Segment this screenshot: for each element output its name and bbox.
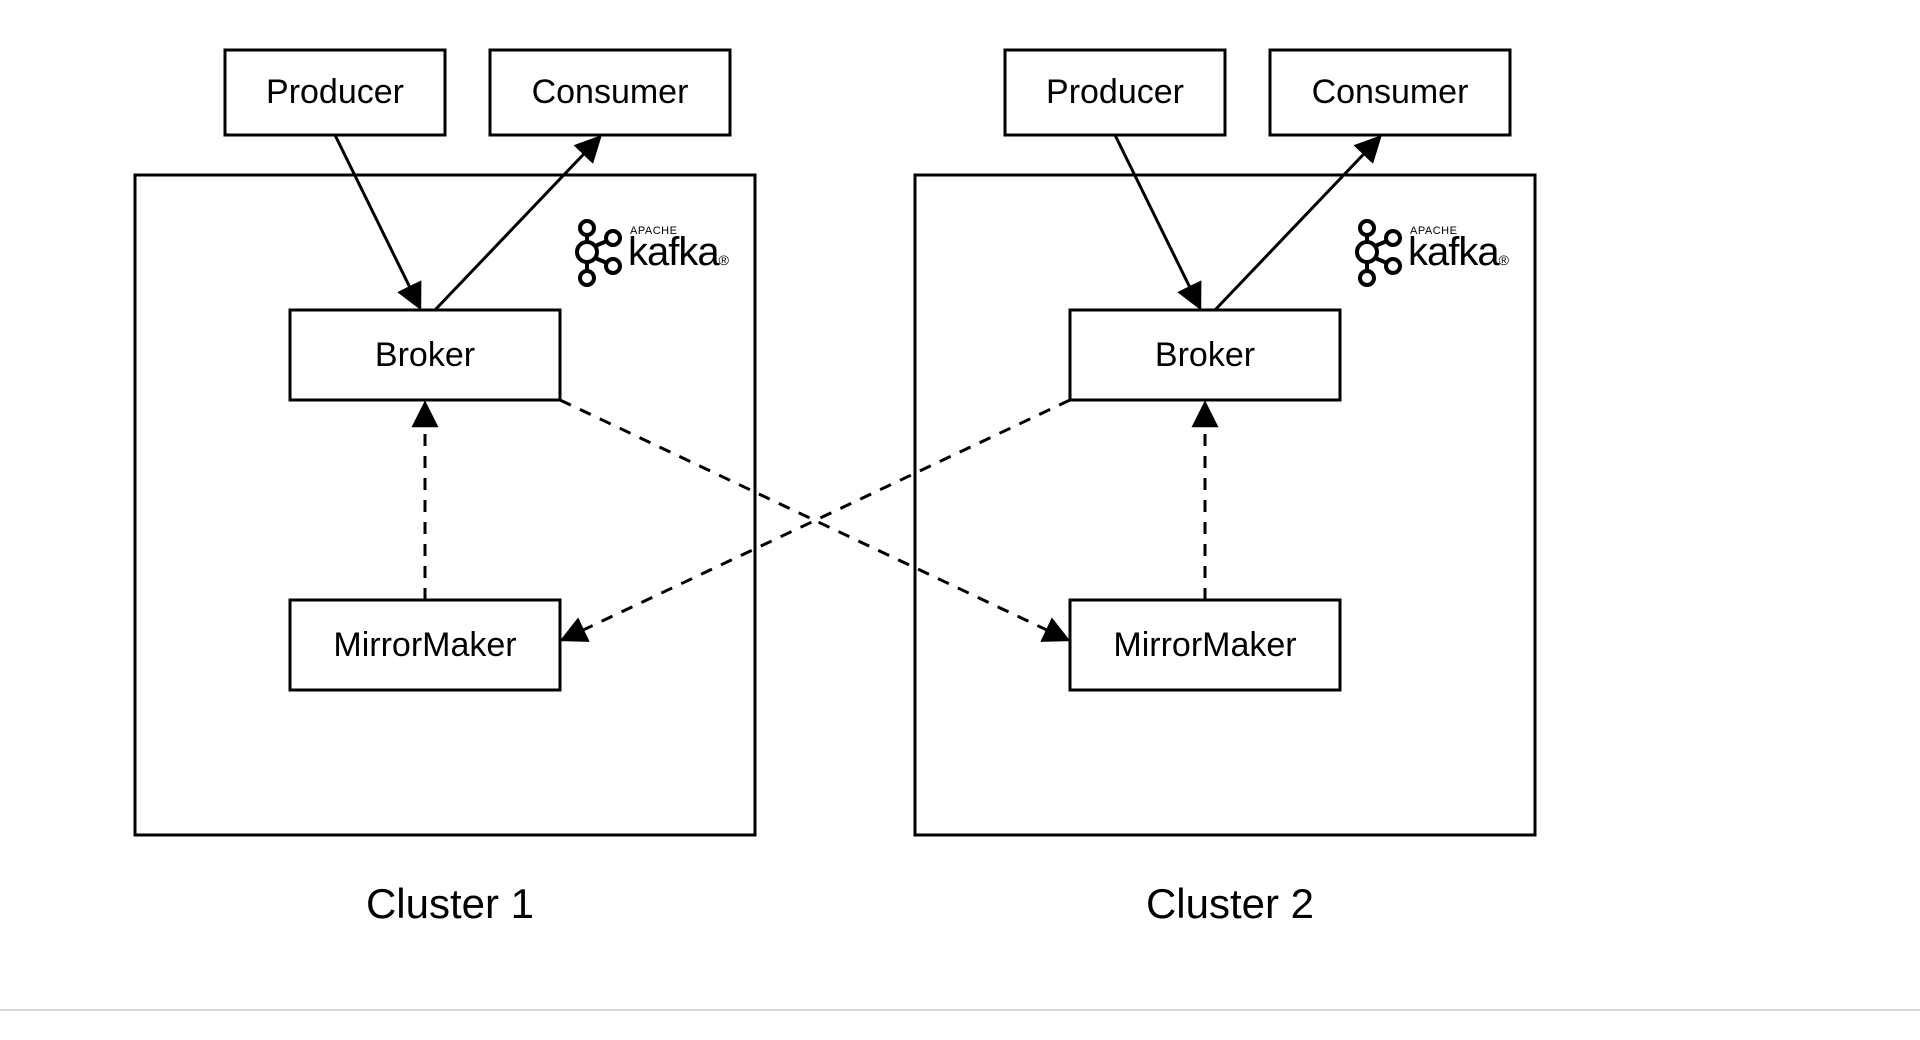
arrow-producer-to-broker-2 — [1115, 135, 1200, 308]
mirrormaker-label-1: MirrorMaker — [290, 600, 560, 690]
mirrormaker-label-2: MirrorMaker — [1070, 600, 1340, 690]
arrow-producer-to-broker-1 — [335, 135, 420, 308]
arrow-broker-to-consumer-2 — [1215, 137, 1380, 310]
broker-label-1: Broker — [290, 310, 560, 400]
kafka-brand-big-2: kafka® — [1408, 230, 1508, 275]
kafka-logo-1 — [577, 221, 620, 285]
kafka-brand-text-2: kafka — [1408, 230, 1499, 274]
producer-label-2: Producer — [1005, 50, 1225, 135]
kafka-brand-mark-1: ® — [719, 252, 728, 268]
arrow-broker1-to-mirrormaker2 — [560, 400, 1068, 640]
broker-label-2: Broker — [1070, 310, 1340, 400]
cluster-2-label: Cluster 2 — [1080, 880, 1380, 928]
diagram-stage: Producer Consumer Broker MirrorMaker APA… — [0, 0, 1920, 1040]
kafka-brand-mark-2: ® — [1499, 252, 1508, 268]
kafka-logo-2 — [1357, 221, 1400, 285]
arrow-broker-to-consumer-1 — [435, 137, 600, 310]
diagram-svg — [0, 0, 1920, 1040]
kafka-brand-big-1: kafka® — [628, 230, 728, 275]
arrow-broker2-to-mirrormaker1 — [562, 400, 1070, 640]
consumer-label-1: Consumer — [490, 50, 730, 135]
producer-label-1: Producer — [225, 50, 445, 135]
kafka-brand-text-1: kafka — [628, 230, 719, 274]
consumer-label-2: Consumer — [1270, 50, 1510, 135]
cluster-1-label: Cluster 1 — [300, 880, 600, 928]
